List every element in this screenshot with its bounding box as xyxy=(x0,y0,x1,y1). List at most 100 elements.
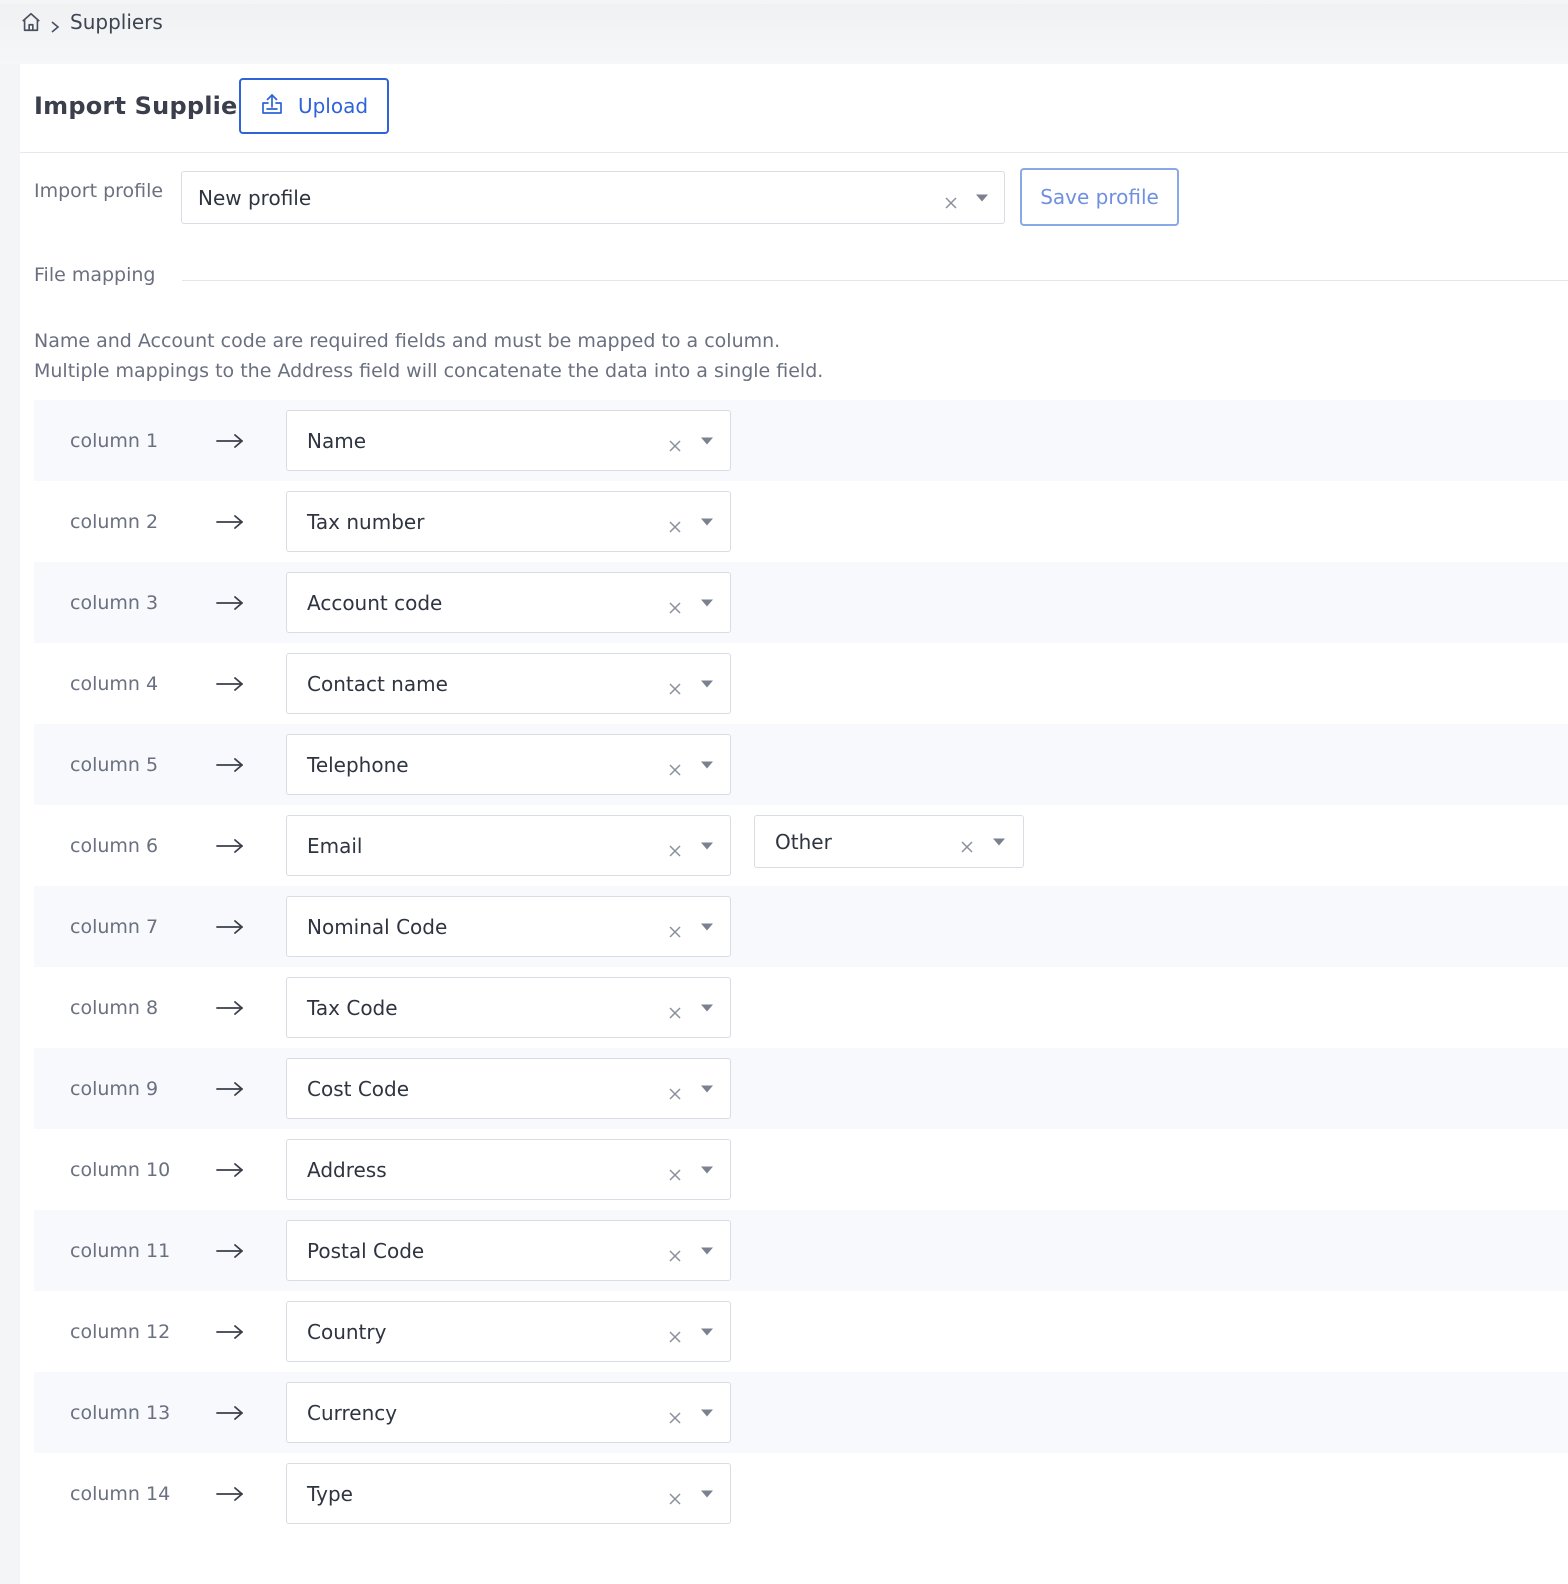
arrow-right-icon xyxy=(216,1243,244,1259)
column-label: column 12 xyxy=(70,1320,171,1343)
chevron-down-icon[interactable] xyxy=(701,1247,713,1254)
file-mapping-label: File mapping xyxy=(34,264,156,286)
field-select-value: Name xyxy=(307,428,367,453)
field-select-value: Postal Code xyxy=(307,1238,425,1263)
field-select[interactable]: Tax number xyxy=(286,491,731,552)
sub-field-select[interactable]: Other xyxy=(754,815,1024,868)
chevron-down-icon[interactable] xyxy=(701,842,713,849)
chevron-down-icon[interactable] xyxy=(701,1409,713,1416)
section-divider xyxy=(182,280,1568,281)
mapping-row: column 12 Country xyxy=(34,1291,1568,1372)
field-select-value: Telephone xyxy=(307,752,409,777)
column-label: column 11 xyxy=(70,1239,171,1262)
field-select[interactable]: Email xyxy=(286,815,731,876)
chevron-down-icon[interactable] xyxy=(701,1328,713,1335)
clear-icon[interactable] xyxy=(668,1244,682,1262)
page-title: Import Suppliers xyxy=(34,92,265,120)
arrow-right-icon xyxy=(216,1000,244,1016)
field-select-value: Email xyxy=(307,833,363,858)
clear-icon[interactable] xyxy=(668,839,682,857)
breadcrumb: Suppliers xyxy=(20,8,163,36)
arrow-right-icon xyxy=(216,1405,244,1421)
chevron-down-icon[interactable] xyxy=(976,194,988,201)
chevron-down-icon[interactable] xyxy=(701,518,713,525)
column-label: column 7 xyxy=(70,915,159,938)
clear-icon[interactable] xyxy=(960,835,974,853)
chevron-down-icon[interactable] xyxy=(701,1004,713,1011)
field-select[interactable]: Cost Code xyxy=(286,1058,731,1119)
field-select-value: Address xyxy=(307,1157,387,1182)
chevron-down-icon[interactable] xyxy=(701,437,713,444)
chevron-down-icon[interactable] xyxy=(701,923,713,930)
field-select[interactable]: Telephone xyxy=(286,734,731,795)
chevron-down-icon[interactable] xyxy=(993,838,1005,845)
chevron-down-icon[interactable] xyxy=(701,680,713,687)
field-select[interactable]: Country xyxy=(286,1301,731,1362)
mapping-row: column 13 Currency xyxy=(34,1372,1568,1453)
clear-icon[interactable] xyxy=(668,1406,682,1424)
import-profile-select[interactable]: New profile xyxy=(181,171,1005,224)
field-select-value: Nominal Code xyxy=(307,914,448,939)
arrow-right-icon xyxy=(216,595,244,611)
chevron-down-icon[interactable] xyxy=(701,599,713,606)
mapping-row: column 11 Postal Code xyxy=(34,1210,1568,1291)
column-label: column 2 xyxy=(70,510,159,533)
mapping-row: column 9 Cost Code xyxy=(34,1048,1568,1129)
field-select[interactable]: Postal Code xyxy=(286,1220,731,1281)
field-select[interactable]: Account code xyxy=(286,572,731,633)
field-select[interactable]: Address xyxy=(286,1139,731,1200)
mapping-row: column 6 Email Other xyxy=(34,805,1568,886)
clear-icon[interactable] xyxy=(668,677,682,695)
mapping-row: column 8 Tax Code xyxy=(34,967,1568,1048)
clear-icon[interactable] xyxy=(668,920,682,938)
arrow-right-icon xyxy=(216,433,244,449)
clear-icon[interactable] xyxy=(668,596,682,614)
field-select-value: Cost Code xyxy=(307,1076,410,1101)
import-profile-label: Import profile xyxy=(34,180,164,202)
mapping-row: column 14 Type xyxy=(34,1453,1568,1534)
clear-icon[interactable] xyxy=(944,191,958,209)
arrow-right-icon xyxy=(216,919,244,935)
clear-icon[interactable] xyxy=(668,1001,682,1019)
mapping-row: column 2 Tax number xyxy=(34,481,1568,562)
field-select[interactable]: Currency xyxy=(286,1382,731,1443)
mapping-row: column 7 Nominal Code xyxy=(34,886,1568,967)
field-select[interactable]: Name xyxy=(286,410,731,471)
arrow-right-icon xyxy=(216,1162,244,1178)
clear-icon[interactable] xyxy=(668,515,682,533)
chevron-down-icon[interactable] xyxy=(701,761,713,768)
breadcrumb-current: Suppliers xyxy=(70,10,163,34)
column-label: column 14 xyxy=(70,1482,171,1505)
arrow-right-icon xyxy=(216,1081,244,1097)
chevron-down-icon[interactable] xyxy=(701,1085,713,1092)
upload-label: Upload xyxy=(297,94,369,118)
chevron-down-icon[interactable] xyxy=(701,1490,713,1497)
mapping-info-line-2: Multiple mappings to the Address field w… xyxy=(34,360,824,382)
clear-icon[interactable] xyxy=(668,1082,682,1100)
arrow-right-icon xyxy=(216,757,244,773)
field-select[interactable]: Tax Code xyxy=(286,977,731,1038)
clear-icon[interactable] xyxy=(668,758,682,776)
save-profile-button[interactable]: Save profile xyxy=(1020,168,1179,226)
home-icon[interactable] xyxy=(20,11,42,33)
field-select[interactable]: Nominal Code xyxy=(286,896,731,957)
clear-icon[interactable] xyxy=(668,1163,682,1181)
arrow-right-icon xyxy=(216,1324,244,1340)
clear-icon[interactable] xyxy=(668,434,682,452)
clear-icon[interactable] xyxy=(668,1487,682,1505)
field-select-value: Type xyxy=(307,1481,353,1506)
field-select-value: Tax number xyxy=(307,509,425,534)
card-header: Import Suppliers Upload xyxy=(20,64,1568,153)
upload-button[interactable]: Upload xyxy=(239,78,389,134)
column-label: column 1 xyxy=(70,429,159,452)
mapping-row: column 4 Contact name xyxy=(34,643,1568,724)
field-select-value: Currency xyxy=(307,1400,398,1425)
field-select-value: Account code xyxy=(307,590,443,615)
field-select[interactable]: Contact name xyxy=(286,653,731,714)
arrow-right-icon xyxy=(216,514,244,530)
arrow-right-icon xyxy=(216,1486,244,1502)
chevron-down-icon[interactable] xyxy=(701,1166,713,1173)
clear-icon[interactable] xyxy=(668,1325,682,1343)
field-select[interactable]: Type xyxy=(286,1463,731,1524)
import-card: Import Suppliers Upload Import profile N… xyxy=(20,64,1568,1584)
